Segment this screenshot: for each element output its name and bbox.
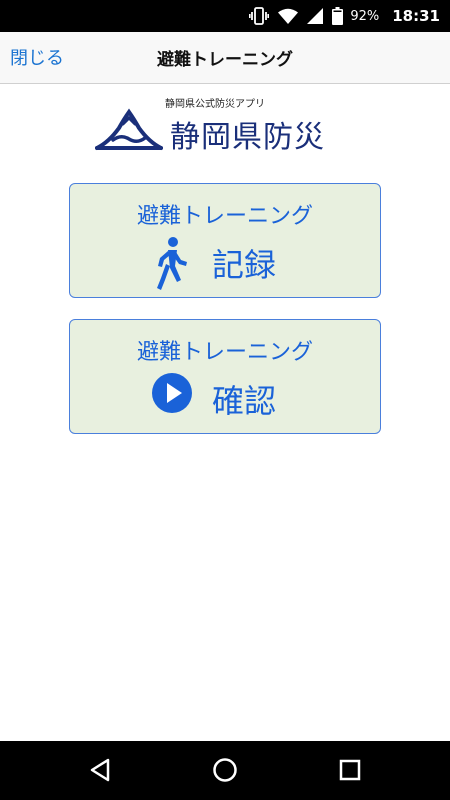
screen: 92% 18:31 閉じる 避難トレーニング 静岡県公式防災アプリ 静岡県防災 … [0,0,450,800]
vibrate-icon [249,7,270,25]
status-icons: 92% 18:31 [249,0,440,32]
battery-percent: 92% [350,8,380,24]
record-training-button[interactable]: 避難トレーニング 記録 [69,183,381,298]
signal-icon [307,8,324,24]
logo-name: 静岡県防災 [170,120,325,155]
play-circle-icon [151,372,193,418]
status-time: 18:31 [392,7,440,25]
recents-icon[interactable] [338,757,362,787]
confirm-card-label: 確認 [212,382,277,420]
shizuoka-logo-icon [95,108,163,160]
battery-icon [332,7,344,25]
home-icon[interactable] [212,757,238,787]
confirm-training-button[interactable]: 避難トレーニング 確認 [69,319,381,434]
walking-person-icon [151,236,191,296]
page-title: 避難トレーニング [157,50,293,70]
nav-header: 閉じる 避難トレーニング [0,32,450,84]
record-card-title: 避難トレーニング [136,204,313,229]
wifi-icon [278,8,299,24]
confirm-card-title: 避難トレーニング [136,340,313,365]
back-icon[interactable] [88,757,112,787]
system-nav-bar [0,741,450,800]
record-card-label: 記録 [212,246,277,284]
logo-tagline: 静岡県公式防災アプリ [165,99,265,110]
status-bar: 92% 18:31 [0,0,450,32]
